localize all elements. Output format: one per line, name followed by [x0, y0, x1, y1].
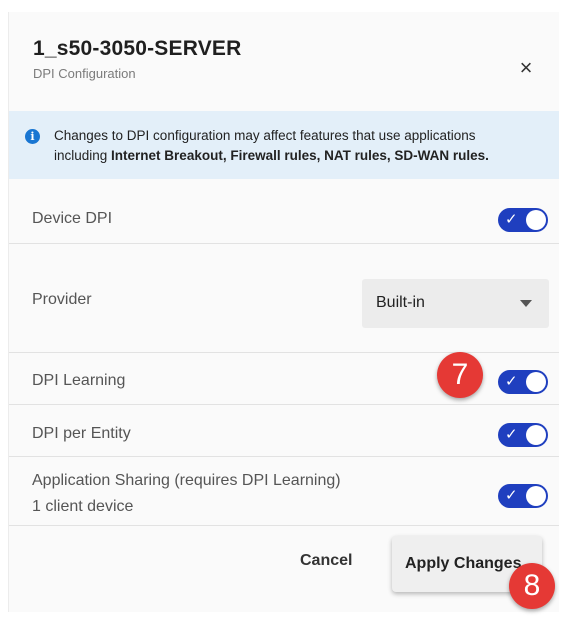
divider	[9, 525, 559, 526]
banner-text-line1: Changes to DPI configuration may affect …	[54, 128, 476, 143]
step-7-badge: 7	[437, 352, 483, 398]
check-icon: ✓	[505, 373, 518, 390]
toggle-knob	[526, 372, 546, 392]
divider	[9, 243, 559, 244]
toggle-knob	[526, 210, 546, 230]
info-banner: i Changes to DPI configuration may affec…	[9, 111, 559, 179]
dpi-configuration-dialog: 1_s50-3050-SERVER DPI Configuration × i …	[8, 12, 559, 612]
app-sharing-toggle[interactable]: ✓	[498, 484, 548, 508]
dialog-title: 1_s50-3050-SERVER	[33, 37, 242, 60]
divider	[9, 404, 559, 405]
device-dpi-label: Device DPI	[32, 210, 113, 227]
provider-select-value: Built-in	[376, 294, 425, 311]
close-icon[interactable]: ×	[514, 56, 538, 80]
toggle-knob	[526, 486, 546, 506]
banner-text-prefix: including	[54, 148, 112, 163]
app-sharing-label: Application Sharing (requires DPI Learni…	[32, 472, 341, 489]
banner-affected-features: Internet Breakout, Firewall rules, NAT r…	[111, 148, 489, 163]
check-icon: ✓	[505, 211, 518, 228]
check-icon: ✓	[505, 487, 518, 504]
provider-select[interactable]: Built-in	[362, 279, 549, 328]
step-8-badge: 8	[509, 563, 555, 609]
check-icon: ✓	[505, 426, 518, 443]
cancel-button[interactable]: Cancel	[300, 552, 352, 570]
dpi-learning-toggle[interactable]: ✓	[498, 370, 548, 394]
apply-changes-label: Apply Changes	[405, 555, 522, 572]
banner-text-line2: including Internet Breakout, Firewall ru…	[54, 148, 489, 163]
dialog-subtitle: DPI Configuration	[33, 66, 136, 81]
app-sharing-sublabel: 1 client device	[32, 498, 134, 515]
info-icon: i	[25, 129, 40, 144]
dpi-per-entity-label: DPI per Entity	[32, 425, 131, 442]
dpi-per-entity-toggle[interactable]: ✓	[498, 423, 548, 447]
divider	[9, 352, 559, 353]
device-dpi-toggle[interactable]: ✓	[498, 208, 548, 232]
provider-label: Provider	[32, 291, 92, 308]
divider	[9, 456, 559, 457]
dpi-learning-label: DPI Learning	[32, 372, 126, 389]
toggle-knob	[526, 425, 546, 445]
chevron-down-icon	[520, 300, 532, 307]
